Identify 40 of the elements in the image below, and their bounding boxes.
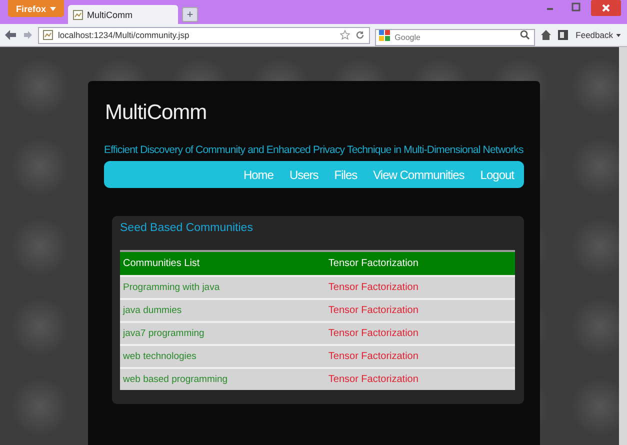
column-header: Tensor Factorization [325, 251, 515, 276]
page-icon [73, 10, 84, 20]
nav-link[interactable]: Logout [480, 168, 514, 182]
caret-icon [616, 34, 621, 36]
address-text: localhost:1234/Multi/community.jsp [58, 30, 190, 40]
nav-link[interactable]: Users [289, 168, 318, 182]
table-cell: web technologies [120, 345, 326, 368]
table-cell: java dummies [120, 299, 326, 322]
table-cell: java7 programming [120, 322, 326, 345]
search-field[interactable]: Google [374, 28, 535, 46]
nav-link[interactable]: Files [334, 168, 358, 182]
star-icon[interactable] [340, 30, 350, 40]
new-tab-button[interactable]: + [182, 7, 198, 22]
toolbar-icon[interactable] [556, 29, 569, 41]
table-cell: Tensor Factorization [325, 322, 515, 345]
table-cell: Tensor Factorization [325, 368, 515, 390]
close-icon[interactable] [591, 0, 621, 16]
tab-title: MultiComm [87, 10, 133, 20]
feedback-button[interactable]: Feedback [574, 30, 623, 40]
column-header: Communities List [120, 251, 326, 276]
firefox-menu-button[interactable]: Firefox [8, 0, 64, 17]
table-cell: Programming with java [120, 276, 326, 299]
table-cell: Tensor Factorization [325, 276, 515, 299]
table-cell: Tensor Factorization [325, 299, 515, 322]
nav-link[interactable]: View Communities [373, 168, 464, 182]
table-cell: web based programming [120, 368, 326, 390]
caret-icon [50, 6, 56, 10]
site-title: MultiComm [105, 101, 208, 125]
browser-tab[interactable]: MultiComm [68, 5, 178, 24]
address-bar[interactable]: localhost:1234/Multi/community.jsp [38, 26, 370, 44]
reload-icon[interactable] [354, 30, 365, 40]
search-icon[interactable] [520, 30, 530, 40]
nav-link[interactable]: Home [243, 168, 274, 182]
back-icon[interactable] [4, 29, 18, 41]
page-icon [43, 30, 53, 40]
scrollbar[interactable] [619, 47, 627, 445]
home-icon[interactable] [540, 29, 552, 41]
panel-title: Seed Based Communities [120, 222, 254, 234]
site-subtitle: Efficient Discovery of Community and Enhanced Privacy Technique in Multi-Dimensional Networks [104, 144, 524, 156]
table-cell: Tensor Factorization [325, 345, 515, 368]
